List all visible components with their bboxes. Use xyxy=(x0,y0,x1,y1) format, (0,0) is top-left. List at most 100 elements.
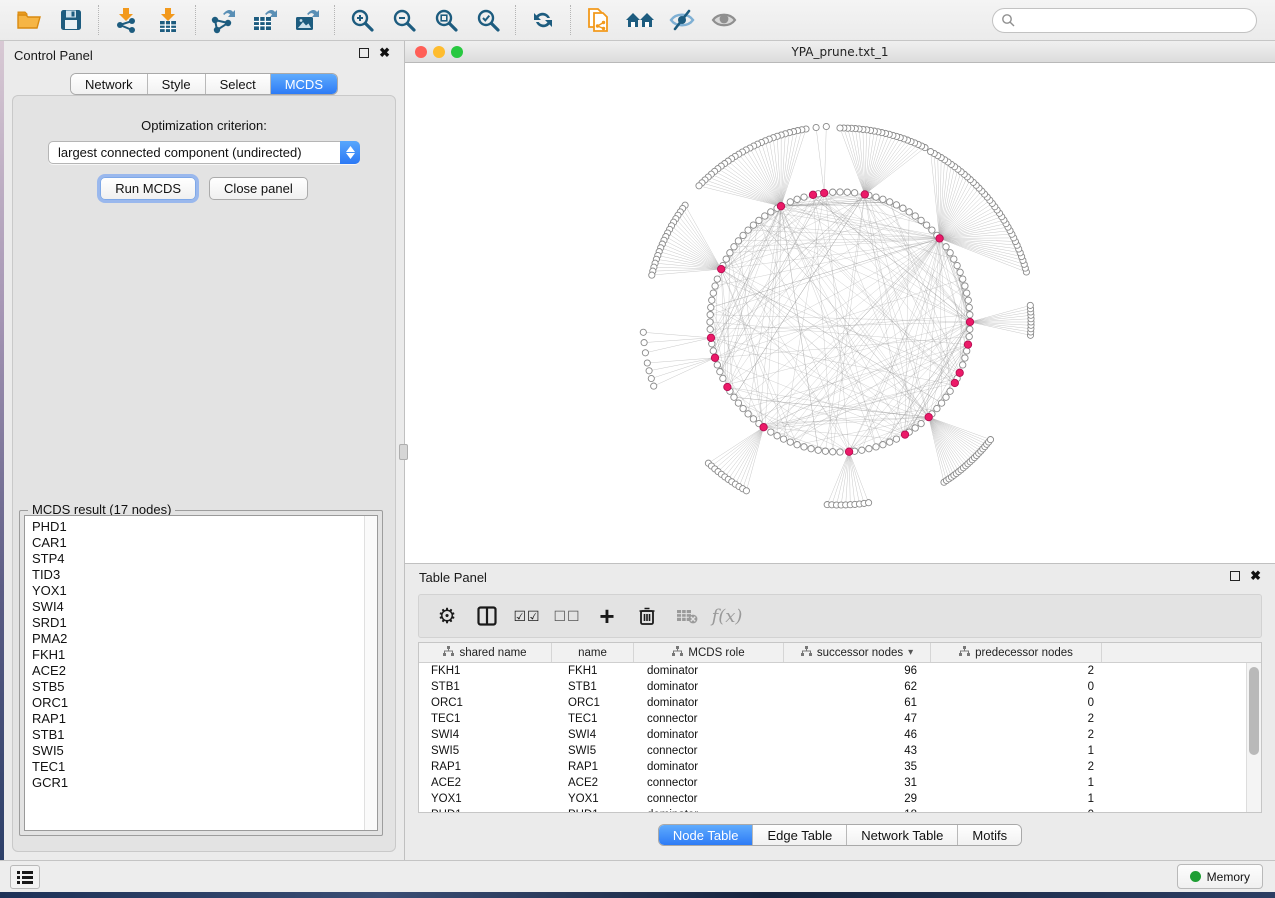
mcds-result-item[interactable]: PHD1 xyxy=(32,519,377,535)
tab-style[interactable]: Style xyxy=(148,74,206,94)
tab-network[interactable]: Network xyxy=(71,74,148,94)
network-graph[interactable] xyxy=(405,63,1275,563)
table-tab-edge-table[interactable]: Edge Table xyxy=(753,825,847,845)
mcds-result-item[interactable]: SWI5 xyxy=(32,743,377,759)
traffic-zoom-icon[interactable] xyxy=(451,46,463,58)
panel-splitter-handle[interactable] xyxy=(399,444,408,460)
toolbar-separator xyxy=(334,5,335,35)
table-cell: YOX1 xyxy=(552,791,634,807)
table-row-STB1[interactable]: STB1STB1dominator620 xyxy=(419,679,1246,695)
export-image-icon xyxy=(293,6,321,34)
mcds-result-item[interactable]: STP4 xyxy=(32,551,377,567)
zoom-selected-button[interactable] xyxy=(467,3,509,37)
mcds-result-item[interactable]: CAR1 xyxy=(32,535,377,551)
import-network-button[interactable] xyxy=(105,3,147,37)
mcds-result-item[interactable]: SRD1 xyxy=(32,615,377,631)
mcds-result-item[interactable]: TEC1 xyxy=(32,759,377,775)
tree-hierarchy-icon xyxy=(959,646,970,659)
table-row-TEC1[interactable]: TEC1TEC1connector472 xyxy=(419,711,1246,727)
network-canvas[interactable] xyxy=(405,63,1275,563)
zoom-out-button[interactable] xyxy=(383,3,425,37)
mcds-result-item[interactable]: STB5 xyxy=(32,679,377,695)
table-cell: dominator xyxy=(634,759,784,775)
table-row-YOX1[interactable]: YOX1YOX1connector291 xyxy=(419,791,1246,807)
float-panel-icon[interactable] xyxy=(359,48,369,58)
export-image-button[interactable] xyxy=(286,3,328,37)
close-table-panel-icon[interactable]: ✖ xyxy=(1250,571,1261,581)
mcds-result-item[interactable]: RAP1 xyxy=(32,711,377,727)
table-tab-node-table[interactable]: Node Table xyxy=(659,825,754,845)
table-row-SWI4[interactable]: SWI4SWI4dominator462 xyxy=(419,727,1246,743)
search-icon xyxy=(1001,13,1015,27)
memory-button[interactable]: Memory xyxy=(1177,864,1263,889)
gear-icon: ⚙ xyxy=(438,604,457,629)
table-row-ORC1[interactable]: ORC1ORC1dominator610 xyxy=(419,695,1246,711)
search-input[interactable] xyxy=(1021,13,1248,27)
table-row-RAP1[interactable]: RAP1RAP1dominator352 xyxy=(419,759,1246,775)
criterion-dropdown[interactable]: largest connected component (undirected) xyxy=(48,141,360,164)
save-session-button[interactable] xyxy=(50,3,92,37)
table-cell: 35 xyxy=(784,759,931,775)
mcds-result-item[interactable]: FKH1 xyxy=(32,647,377,663)
function-builder-button[interactable]: f(x) xyxy=(709,599,745,633)
table-settings-button[interactable]: ⚙ xyxy=(429,599,465,633)
delete-column-button[interactable] xyxy=(629,599,665,633)
eye-slash-icon xyxy=(667,8,697,32)
mcds-result-item[interactable]: PMA2 xyxy=(32,631,377,647)
export-table-button[interactable] xyxy=(244,3,286,37)
export-network-button[interactable] xyxy=(202,3,244,37)
table-cell: 2 xyxy=(931,759,1102,775)
table-row-ACE2[interactable]: ACE2ACE2connector311 xyxy=(419,775,1246,791)
tab-mcds[interactable]: MCDS xyxy=(271,74,337,94)
open-file-button[interactable] xyxy=(8,3,50,37)
column-header-successor-nodes[interactable]: successor nodes▾ xyxy=(784,643,931,662)
mcds-result-list[interactable]: PHD1CAR1STP4TID3YOX1SWI4SRD1PMA2FKH1ACE2… xyxy=(24,515,378,831)
table-row-FKH1[interactable]: FKH1FKH1dominator962 xyxy=(419,663,1246,679)
import-table-button[interactable] xyxy=(147,3,189,37)
column-header-predecessor-nodes[interactable]: predecessor nodes xyxy=(931,643,1102,662)
close-panel-icon[interactable]: ✖ xyxy=(379,48,390,58)
table-cell: 61 xyxy=(784,695,931,711)
table-row-PHD1[interactable]: PHD1PHD1dominator180 xyxy=(419,807,1246,812)
zoom-fit-button[interactable] xyxy=(425,3,467,37)
mcds-result-item[interactable]: STB1 xyxy=(32,727,377,743)
save-floppy-icon xyxy=(59,8,83,32)
clone-network-button[interactable] xyxy=(577,3,619,37)
traffic-minimize-icon[interactable] xyxy=(433,46,445,58)
float-table-panel-icon[interactable] xyxy=(1230,571,1240,581)
mcds-result-item[interactable]: ORC1 xyxy=(32,695,377,711)
split-columns-button[interactable] xyxy=(469,599,505,633)
add-column-button[interactable]: + xyxy=(589,599,625,633)
column-header-name[interactable]: name xyxy=(552,643,634,662)
delete-table-button[interactable] xyxy=(669,599,705,633)
mcds-result-item[interactable]: ACE2 xyxy=(32,663,377,679)
hide-selected-button[interactable] xyxy=(661,3,703,37)
column-header-MCDS-role[interactable]: MCDS role xyxy=(634,643,784,662)
deselect-all-button[interactable]: ☐☐ xyxy=(549,599,585,633)
mcds-result-item[interactable]: SWI4 xyxy=(32,599,377,615)
table-tab-motifs[interactable]: Motifs xyxy=(958,825,1021,845)
table-tab-network-table[interactable]: Network Table xyxy=(847,825,958,845)
result-list-scrollbar[interactable] xyxy=(364,516,377,830)
table-scrollbar[interactable] xyxy=(1246,663,1261,812)
traffic-close-icon[interactable] xyxy=(415,46,427,58)
show-panels-button[interactable] xyxy=(10,865,40,889)
run-mcds-button[interactable]: Run MCDS xyxy=(100,177,196,200)
refresh-layout-button[interactable] xyxy=(522,3,564,37)
mcds-result-item[interactable]: TID3 xyxy=(32,567,377,583)
table-header-row: shared namenameMCDS rolesuccessor nodes▾… xyxy=(419,643,1261,663)
table-row-SWI5[interactable]: SWI5SWI5connector431 xyxy=(419,743,1246,759)
network-window-titlebar[interactable]: YPA_prune.txt_1 xyxy=(405,41,1275,63)
toolbar-search[interactable] xyxy=(992,8,1257,33)
column-header-shared-name[interactable]: shared name xyxy=(419,643,552,662)
zoom-in-button[interactable] xyxy=(341,3,383,37)
tab-select[interactable]: Select xyxy=(206,74,271,94)
mcds-result-item[interactable]: GCR1 xyxy=(32,775,377,791)
double-home-button[interactable] xyxy=(619,3,661,37)
clone-network-icon xyxy=(584,5,612,35)
select-all-button[interactable]: ☑☑ xyxy=(509,599,545,633)
close-panel-button[interactable]: Close panel xyxy=(209,177,308,200)
table-scrollbar-thumb[interactable] xyxy=(1249,667,1259,755)
mcds-result-item[interactable]: YOX1 xyxy=(32,583,377,599)
show-eye-button[interactable] xyxy=(703,3,745,37)
